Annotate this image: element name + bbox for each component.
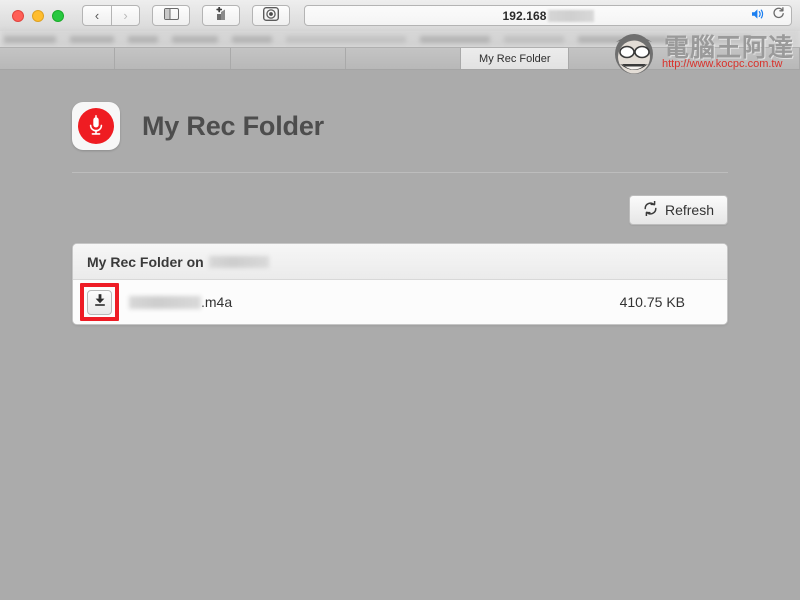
maximize-window-button[interactable]	[52, 9, 64, 22]
tab-bar: My Rec Folder 電腦王阿達 http://www.kocpc.com…	[0, 34, 800, 74]
bookmark-item[interactable]	[420, 36, 490, 43]
bookmark-item[interactable]	[682, 36, 752, 43]
tab-inactive[interactable]	[684, 48, 800, 69]
navigation-buttons: ‹ ›	[82, 5, 146, 26]
address-bar[interactable]: 192.168	[304, 5, 792, 26]
page-title: My Rec Folder	[142, 110, 324, 141]
bookmarks-bar[interactable]	[0, 31, 800, 47]
refresh-button[interactable]: Refresh	[628, 195, 728, 225]
title-divider	[72, 172, 728, 173]
url-redacted-portion	[547, 9, 594, 22]
file-name-redacted	[129, 295, 201, 309]
reload-icon[interactable]	[772, 6, 785, 25]
close-window-button[interactable]	[12, 9, 24, 22]
bookmark-item[interactable]	[172, 36, 218, 43]
actions-toolbar: Refresh	[72, 195, 728, 225]
bookmark-item[interactable]	[70, 36, 114, 43]
minimize-window-button[interactable]	[32, 9, 44, 22]
page-body: My Rec Folder Refresh My Rec Folder on .…	[0, 70, 800, 600]
speaker-icon[interactable]	[751, 7, 766, 25]
file-list-header: My Rec Folder on	[73, 244, 727, 280]
tab-inactive[interactable]	[230, 48, 346, 69]
camera-button[interactable]	[252, 5, 290, 26]
host-name-redacted	[208, 255, 269, 268]
address-bar-icons	[751, 6, 785, 25]
tab-inactive[interactable]	[345, 48, 462, 69]
back-button[interactable]: ‹	[82, 5, 111, 26]
refresh-button-label: Refresh	[664, 202, 714, 218]
bookmark-item[interactable]	[232, 36, 272, 43]
page-content: My Rec Folder Refresh My Rec Folder on .…	[72, 70, 728, 325]
bookmark-item[interactable]	[4, 36, 56, 43]
app-icon	[72, 102, 120, 150]
tab-my-rec-folder[interactable]: My Rec Folder	[461, 48, 570, 69]
refresh-icon	[643, 200, 658, 219]
browser-toolbar: ‹ › 192.168	[0, 0, 800, 31]
download-button[interactable]	[87, 289, 112, 315]
chevron-left-icon: ‹	[94, 8, 100, 23]
bookmark-item[interactable]	[286, 36, 406, 43]
add-bookmark-icon	[213, 6, 230, 24]
tab-inactive[interactable]	[115, 48, 231, 69]
file-list-header-label: My Rec Folder on	[87, 253, 204, 270]
download-icon	[93, 293, 107, 312]
window-controls	[12, 9, 64, 22]
forward-button[interactable]: ›	[111, 5, 140, 26]
bookmark-item[interactable]	[504, 36, 564, 43]
bookmark-item[interactable]	[128, 36, 158, 43]
tab-inactive[interactable]	[569, 48, 685, 69]
url-text: 192.168	[502, 8, 547, 23]
table-row[interactable]: .m4a 410.75 KB	[73, 280, 727, 324]
microphone-icon	[78, 108, 114, 144]
add-bookmark-button[interactable]	[202, 5, 240, 26]
sidebar-icon	[163, 8, 179, 23]
sidebar-toggle-button[interactable]	[152, 5, 190, 26]
chevron-right-icon: ›	[123, 8, 128, 23]
tab-inactive[interactable]	[0, 48, 116, 69]
bookmark-item[interactable]	[578, 36, 668, 43]
app-header: My Rec Folder	[72, 102, 728, 172]
file-name-cell: .m4a	[129, 294, 608, 310]
file-extension: .m4a	[201, 294, 233, 310]
file-size-cell: 410.75 KB	[619, 294, 685, 310]
tab-label: My Rec Folder	[479, 52, 551, 65]
camera-icon	[262, 6, 280, 24]
browser-chrome: ‹ › 192.168 My Rec Folder 電腦王阿達 http://w…	[0, 0, 800, 74]
file-list-panel: My Rec Folder on .m4a 410.75 KB	[72, 243, 728, 325]
